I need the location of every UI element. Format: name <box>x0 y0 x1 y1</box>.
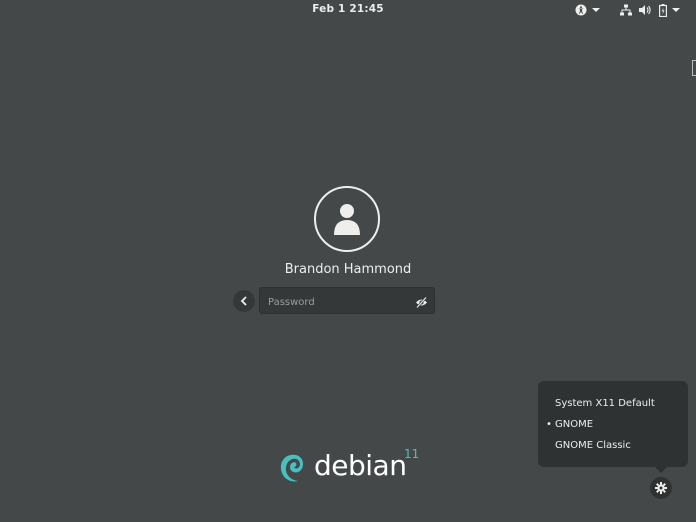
user-avatar <box>314 186 380 252</box>
password-field[interactable] <box>259 287 435 314</box>
session-item-label: System X11 Default <box>555 398 655 409</box>
username: Brandon Hammond <box>284 262 412 277</box>
network-icon[interactable] <box>620 2 632 18</box>
back-button[interactable] <box>233 290 255 312</box>
session-item-gnome-classic[interactable]: GNOME Classic <box>555 440 631 451</box>
session-settings-button[interactable] <box>650 477 672 499</box>
password-input[interactable] <box>266 292 410 312</box>
logo-text: debian <box>314 449 407 482</box>
chevron-left-icon <box>240 296 247 306</box>
dropdown-arrow-icon[interactable] <box>592 2 600 18</box>
session-item-gnome[interactable]: • GNOME <box>546 419 594 430</box>
debian-swirl-icon <box>280 454 304 482</box>
volume-icon[interactable] <box>639 2 652 18</box>
battery-icon[interactable] <box>659 2 667 18</box>
session-item-label: GNOME Classic <box>555 440 631 451</box>
session-item-label: GNOME <box>555 419 594 430</box>
logo-version: 11 <box>404 447 420 461</box>
session-menu: System X11 Default • GNOME GNOME Classic <box>538 381 688 467</box>
selected-marker: • <box>546 419 552 430</box>
top-bar: Feb 1 21:45 <box>0 0 696 20</box>
session-item-system-x11-default[interactable]: System X11 Default <box>555 398 655 409</box>
session-menu-arrow <box>654 466 668 473</box>
eye-hidden-icon[interactable] <box>415 294 428 313</box>
gear-icon <box>655 482 667 494</box>
debian-logo: debian 11 <box>276 445 426 490</box>
dropdown-arrow-icon[interactable] <box>672 2 680 18</box>
screen-edge-marker <box>692 60 696 76</box>
user-avatar-icon <box>334 204 360 235</box>
accessibility-icon[interactable] <box>575 2 587 18</box>
system-tray[interactable] <box>575 2 680 18</box>
